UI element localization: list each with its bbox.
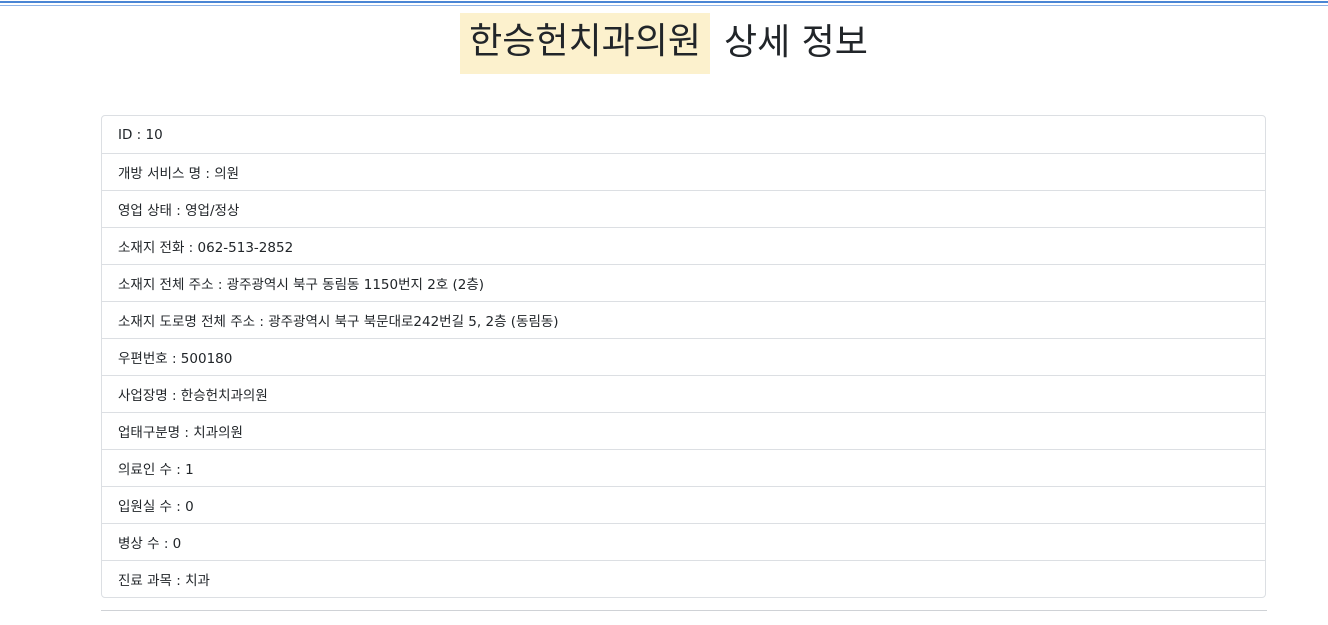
bottom-divider [101, 610, 1267, 611]
detail-item-business-name: 사업장명 : 한승헌치과의원 [102, 375, 1265, 412]
top-rule-line [0, 1, 1328, 3]
detail-item-road-address: 소재지 도로명 전체 주소 : 광주광역시 북구 북문대로242번길 5, 2층… [102, 301, 1265, 338]
top-rule [0, 0, 1328, 7]
detail-item-service-name: 개방 서비스 명 : 의원 [102, 153, 1265, 190]
detail-item-bed-count: 병상 수 : 0 [102, 523, 1265, 560]
detail-item-medical-subject: 진료 과목 : 치과 [102, 560, 1265, 597]
detail-item-business-status: 영업 상태 : 영업/정상 [102, 190, 1265, 227]
page-title-highlight: 한승헌치과의원 [460, 12, 710, 74]
detail-item-ward-count: 입원실 수 : 0 [102, 486, 1265, 523]
detail-item-id: ID : 10 [118, 126, 163, 143]
detail-item-business-type: 업태구분명 : 치과의원 [102, 412, 1265, 449]
page-title: 한승헌치과의원 상세 정보 [0, 12, 1328, 74]
top-rule-line [0, 5, 1328, 6]
detail-item-medical-staff-count: 의료인 수 : 1 [102, 449, 1265, 486]
detail-item-postal-code: 우편번호 : 500180 [102, 338, 1265, 375]
page-title-suffix: 상세 정보 [723, 22, 868, 63]
detail-item-address: 소재지 전체 주소 : 광주광역시 북구 동림동 1150번지 2호 (2층) [102, 264, 1265, 301]
detail-list: ID : 10 개방 서비스 명 : 의원 영업 상태 : 영업/정상 소재지 … [101, 115, 1266, 598]
detail-item-phone: 소재지 전화 : 062-513-2852 [102, 227, 1265, 264]
